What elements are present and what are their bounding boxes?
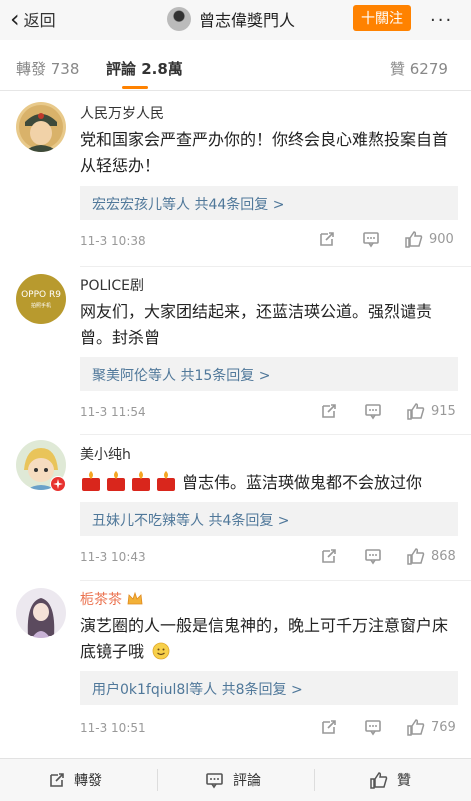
share-icon bbox=[322, 720, 336, 734]
comment-username[interactable]: POLICE剧 bbox=[80, 275, 144, 295]
page-title: 曾志偉獎門人 bbox=[199, 11, 296, 30]
comment-icon bbox=[363, 232, 379, 248]
comment-username[interactable]: 人民万岁人民 bbox=[80, 103, 164, 123]
candle-emoji-icon bbox=[82, 471, 175, 491]
avatar[interactable] bbox=[16, 102, 66, 152]
replies-summary[interactable]: 用户0k1fqiul8l等人 共8条回复 > bbox=[80, 671, 458, 705]
like-action[interactable]: 915 bbox=[406, 402, 456, 420]
comment-time: 11-3 10:38 bbox=[80, 234, 146, 248]
like-count: 769 bbox=[431, 719, 456, 735]
comment-label: 評論 bbox=[233, 773, 261, 789]
repost-action[interactable] bbox=[320, 547, 338, 565]
comment-text-body: 演艺圈的人一般是信鬼神的，晚上可千万注意窗户床底镜子哦 bbox=[80, 616, 449, 661]
like-button[interactable]: 贊 bbox=[369, 770, 411, 790]
tab-comments[interactable]: 評論 2.8萬 bbox=[106, 58, 183, 79]
comment-icon bbox=[365, 549, 381, 565]
replies-summary[interactable]: 聚美阿伦等人 共15条回复 > bbox=[80, 357, 458, 391]
like-label: 贊 bbox=[397, 773, 411, 789]
comment-content-row: 曾志伟。蓝洁瑛做鬼都不会放过你 bbox=[80, 468, 422, 494]
repost-label: 轉發 bbox=[74, 773, 102, 789]
replies-link[interactable]: 聚美阿伦等人 共15条回复 > bbox=[92, 365, 270, 385]
share-icon bbox=[50, 773, 64, 787]
reply-action[interactable] bbox=[364, 718, 382, 736]
tab-repost[interactable]: 轉發 738 bbox=[16, 58, 79, 79]
comment-icon bbox=[365, 404, 381, 420]
comment-text: 演艺圈的人一般是信鬼神的，晚上可千万注意窗户床底镜子哦 bbox=[80, 613, 458, 665]
comment-text: 网友们，大家团结起来，还蓝洁瑛公道。强烈谴责曾。封杀曾 bbox=[80, 302, 433, 347]
divider bbox=[80, 580, 471, 581]
replies-link[interactable]: 宏宏宏孩儿等人 共44条回复 > bbox=[92, 194, 284, 214]
comment-username[interactable]: 栀茶茶 bbox=[80, 589, 122, 609]
username-row: 栀茶茶 bbox=[80, 589, 144, 609]
smile-emoji-icon bbox=[152, 642, 170, 660]
share-icon bbox=[322, 549, 336, 563]
comment-time: 11-3 11:54 bbox=[80, 405, 146, 419]
comment-item: 美小纯h 曾志伟。蓝洁瑛做鬼都不会放过你 丑妹儿不吃辣等人 共4条回复 > 11… bbox=[0, 434, 471, 580]
back-button[interactable]: ‹ 返回 bbox=[10, 7, 56, 31]
replies-summary[interactable]: 宏宏宏孩儿等人 共44条回复 > bbox=[80, 186, 458, 220]
avatar-brand-subtext: 拍照手机 bbox=[30, 303, 51, 309]
divider bbox=[80, 434, 471, 435]
replies-summary[interactable]: 丑妹儿不吃辣等人 共4条回复 > bbox=[80, 502, 458, 536]
repost-button[interactable]: 轉發 bbox=[48, 770, 102, 790]
like-count: 915 bbox=[431, 403, 456, 419]
bottom-action-bar: 轉發 評論 贊 bbox=[0, 758, 471, 801]
badge-icon bbox=[50, 476, 66, 492]
illustrated-avatar-icon bbox=[16, 588, 66, 638]
comment-username[interactable]: 美小纯h bbox=[80, 444, 131, 464]
like-count: 900 bbox=[429, 231, 454, 247]
active-tab-indicator bbox=[122, 86, 148, 89]
back-label: 返回 bbox=[23, 11, 56, 30]
tab-likes[interactable]: 贊 6279 bbox=[390, 58, 448, 79]
member-crown-icon bbox=[127, 591, 143, 605]
repost-action[interactable] bbox=[320, 402, 338, 420]
reply-action[interactable] bbox=[364, 547, 382, 565]
top-nav-bar: ‹ 返回 曾志偉獎門人 十關注 ··· bbox=[0, 0, 471, 40]
avatar[interactable] bbox=[16, 588, 66, 638]
comment-item: OPPO R9 拍照手机 POLICE剧 网友们，大家团结起来，还蓝洁瑛公道。强… bbox=[0, 266, 471, 434]
thumbs-up-icon bbox=[370, 772, 388, 789]
like-action[interactable]: 769 bbox=[406, 718, 456, 736]
portrait-avatar-icon bbox=[16, 102, 66, 152]
comment-text: 党和国家会严查严办你的！你终会良心难熬投案自首从轻惩办！ bbox=[80, 130, 449, 175]
comment-item: 人民万岁人民 党和国家会严查严办你的！你终会良心难熬投案自首从轻惩办！ 宏宏宏孩… bbox=[0, 91, 471, 266]
comment-time: 11-3 10:43 bbox=[80, 550, 146, 564]
like-action[interactable]: 868 bbox=[406, 547, 456, 565]
avatar-brand-text: OPPO R9 bbox=[21, 290, 61, 300]
reply-action[interactable] bbox=[364, 402, 382, 420]
divider bbox=[314, 769, 315, 791]
more-menu-icon[interactable]: ··· bbox=[430, 10, 453, 31]
share-icon bbox=[320, 232, 334, 246]
replies-link[interactable]: 用户0k1fqiul8l等人 共8条回复 > bbox=[92, 679, 303, 699]
follow-button[interactable]: 十關注 bbox=[353, 5, 411, 31]
repost-action[interactable] bbox=[318, 230, 336, 248]
thumbs-up-icon bbox=[407, 403, 425, 420]
replies-link[interactable]: 丑妹儿不吃辣等人 共4条回复 > bbox=[92, 510, 290, 530]
comment-button[interactable]: 評論 bbox=[205, 770, 261, 790]
share-icon bbox=[322, 404, 336, 418]
avatar[interactable]: OPPO R9 拍照手机 bbox=[16, 274, 66, 324]
divider bbox=[80, 266, 471, 267]
comment-time: 11-3 10:51 bbox=[80, 721, 146, 735]
comment-icon bbox=[206, 773, 223, 789]
repost-action[interactable] bbox=[320, 718, 338, 736]
comment-text: 曾志伟。蓝洁瑛做鬼都不会放过你 bbox=[182, 473, 423, 492]
thumbs-up-icon bbox=[407, 719, 425, 736]
comment-icon bbox=[365, 720, 381, 736]
like-action[interactable]: 900 bbox=[404, 230, 454, 248]
like-count: 868 bbox=[431, 548, 456, 564]
tab-bar: 轉發 738 評論 2.8萬 贊 6279 bbox=[0, 40, 471, 91]
thumbs-up-icon bbox=[405, 231, 423, 248]
user-avatar bbox=[167, 7, 191, 31]
page-title-group[interactable]: 曾志偉獎門人 bbox=[167, 6, 295, 32]
thumbs-up-icon bbox=[407, 548, 425, 565]
reply-action[interactable] bbox=[362, 230, 380, 248]
chevron-left-icon: ‹ bbox=[10, 5, 20, 33]
divider bbox=[157, 769, 158, 791]
comment-item: 栀茶茶 演艺圈的人一般是信鬼神的，晚上可千万注意窗户床底镜子哦 用户0k1fqi… bbox=[0, 580, 471, 758]
